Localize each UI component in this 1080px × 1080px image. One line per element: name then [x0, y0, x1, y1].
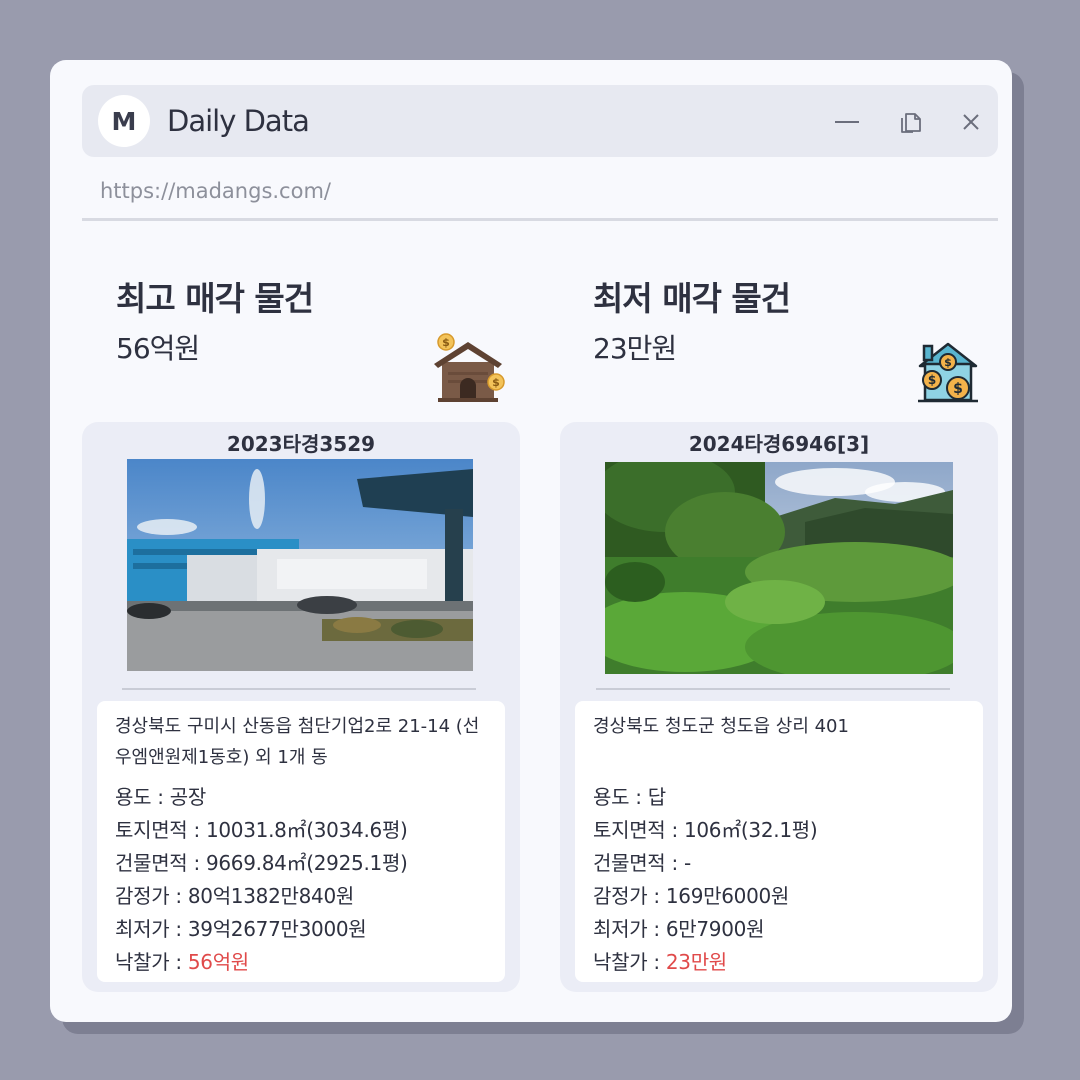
svg-text:$: $ [442, 336, 450, 349]
highest-price: 56억원 [116, 332, 200, 365]
svg-text:$: $ [953, 381, 963, 397]
highest-info-panel: 경상북도 구미시 산동읍 첨단기업2로 21-14 (선우엠앤원제1동호) 외 … [97, 701, 505, 982]
lowest-use-label: 용도 : [593, 785, 648, 809]
close-button[interactable] [956, 107, 986, 137]
highest-land-row: 토지면적 : 10031.8㎡(3034.6평) [115, 814, 487, 847]
highest-use-row: 용도 : 공장 [115, 781, 487, 814]
highest-building-row: 건물면적 : 9669.84㎡(2925.1평) [115, 847, 487, 880]
highest-winning-row: 낙찰가 : 56억원 [115, 946, 487, 979]
highest-photo-divider [122, 688, 476, 690]
copy-icon [901, 113, 921, 133]
highest-heading: 최고 매각 물건 [116, 279, 314, 318]
lowest-land-value: 106㎡(32.1평) [683, 818, 818, 842]
highest-appraisal-value: 80억1382만840원 [187, 884, 354, 908]
highest-building-value: 9669.84㎡(2925.1평) [205, 851, 408, 875]
lowest-minimum-row: 최저가 : 6만7900원 [593, 913, 965, 946]
highest-land-label: 토지면적 : [115, 818, 206, 842]
highest-minimum-label: 최저가 : [115, 917, 188, 941]
app-window: M Daily Data https://madangs.com/ 최고 매각 … [50, 60, 1012, 1022]
lowest-land-row: 토지면적 : 106㎡(32.1평) [593, 814, 965, 847]
highest-case-number: 2023타경3529 [226, 432, 376, 456]
highest-use-label: 용도 : [115, 785, 170, 809]
lowest-appraisal-label: 감정가 : [593, 884, 666, 908]
lowest-winning-value: 23만원 [665, 950, 727, 974]
lowest-building-value: - [683, 851, 691, 875]
lowest-land-label: 토지면적 : [593, 818, 684, 842]
highest-address: 경상북도 구미시 산동읍 첨단기업2로 21-14 (선우엠앤원제1동호) 외 … [115, 716, 480, 768]
highest-winning-value: 56억원 [187, 950, 249, 974]
lowest-price: 23만원 [593, 332, 677, 365]
close-icon [963, 114, 979, 130]
url-text[interactable]: https://madangs.com/ [100, 179, 331, 203]
lowest-winning-row: 낙찰가 : 23만원 [593, 946, 965, 979]
lowest-building-label: 건물면적 : [593, 851, 684, 875]
lowest-winning-label: 낙찰가 : [593, 950, 666, 974]
house-coins-icon: $ $ $ [918, 342, 978, 403]
highest-appraisal-row: 감정가 : 80억1382만840원 [115, 880, 487, 913]
highest-property-photo [127, 459, 473, 671]
highest-appraisal-label: 감정가 : [115, 884, 188, 908]
lowest-property-photo [605, 462, 953, 674]
highest-land-value: 10031.8㎡(3034.6평) [205, 818, 408, 842]
highest-minimum-value: 39억2677만3000원 [187, 917, 367, 941]
lowest-property-card[interactable]: 2024타경6946[3] 경상북도 청도군 청도읍 상리 401 용도: 답… [560, 422, 998, 992]
lowest-use-value: 답 [647, 785, 666, 809]
lowest-address: 경상북도 청도군 청도읍 상리 401 [593, 716, 849, 737]
highest-winning-label: 낙찰가 : [115, 950, 188, 974]
lowest-heading: 최저 매각 물건 [593, 279, 791, 318]
lowest-appraisal-row: 감정가 : 169만6000원 [593, 880, 965, 913]
svg-text:$: $ [928, 373, 936, 387]
highest-minimum-row: 최저가 : 39억2677만3000원 [115, 913, 487, 946]
app-logo: M [98, 95, 150, 147]
highest-use-value: 공장 [169, 785, 207, 809]
lowest-building-row: 건물면적 : - [593, 847, 965, 880]
lowest-case-number: 2024타경6946[3] [688, 432, 870, 456]
header-divider [82, 218, 998, 221]
app-title: Daily Data [167, 104, 310, 138]
svg-text:$: $ [944, 356, 952, 369]
lowest-minimum-value: 6만7900원 [665, 917, 765, 941]
title-bar: M Daily Data [82, 85, 998, 157]
lowest-minimum-label: 최저가 : [593, 917, 666, 941]
lowest-photo-divider [596, 688, 950, 690]
house-money-icon: $ $ [434, 333, 505, 402]
highest-property-card[interactable]: 2023타경3529 경상북도 구미시 산동읍 첨단기업2로 21-14 (선우… [82, 422, 520, 992]
minimize-icon [835, 121, 859, 123]
highest-building-label: 건물면적 : [115, 851, 206, 875]
minimize-button[interactable] [832, 107, 862, 137]
lowest-appraisal-value: 169만6000원 [665, 884, 790, 908]
copy-button[interactable] [896, 107, 926, 137]
lowest-info-panel: 경상북도 청도군 청도읍 상리 401 용도 : 답 토지면적 : 106㎡(3… [575, 701, 983, 982]
svg-text:$: $ [492, 376, 500, 389]
lowest-use-row: 용도 : 답 [593, 781, 965, 814]
